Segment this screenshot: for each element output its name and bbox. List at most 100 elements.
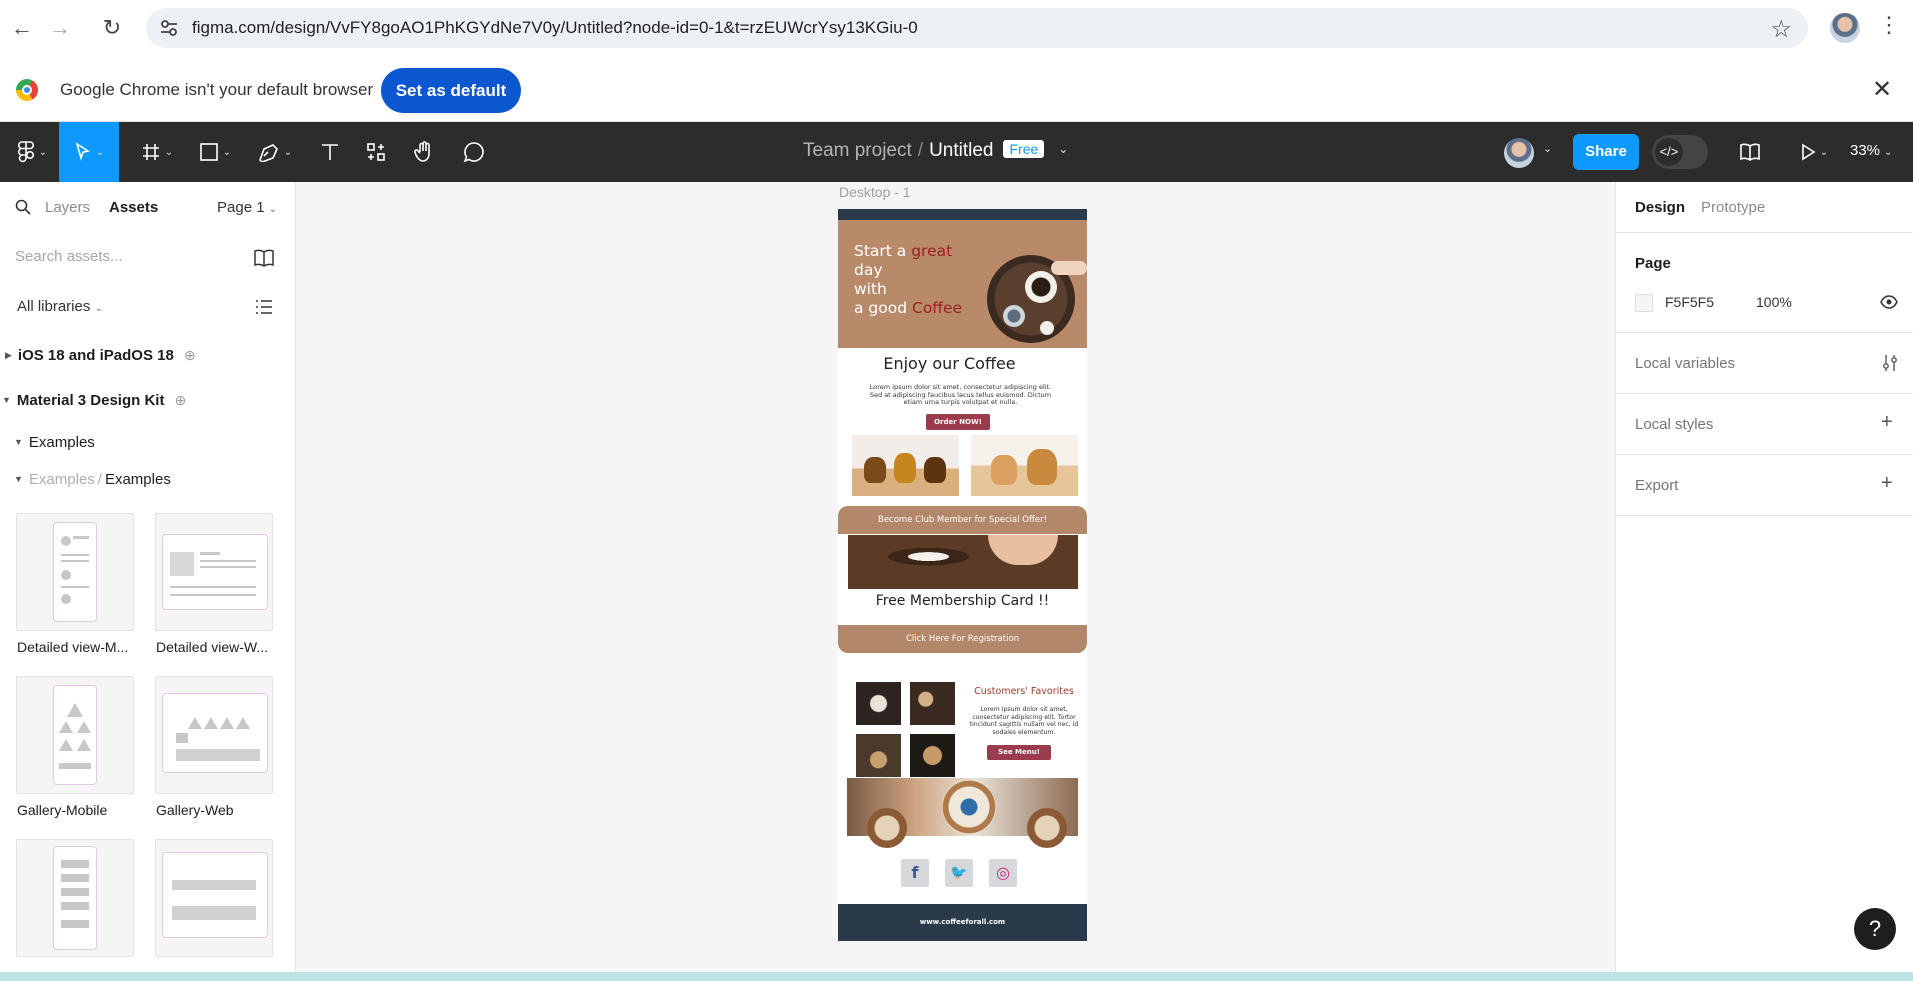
see-menu-button[interactable]: See Menu!	[987, 745, 1051, 760]
membership-heading[interactable]: Free Membership Card !!	[838, 593, 1087, 609]
add-style-icon[interactable]: +	[1881, 411, 1893, 434]
frame-icon	[142, 144, 159, 160]
frame-label[interactable]: Desktop - 1	[839, 184, 911, 200]
book-icon	[1740, 143, 1760, 161]
add-export-icon[interactable]: +	[1881, 472, 1893, 495]
text-tool[interactable]	[310, 122, 350, 182]
bookmark-star-icon[interactable]: ☆	[1770, 15, 1792, 44]
export-label[interactable]: Export	[1635, 477, 1678, 494]
page-opacity-value[interactable]: 100%	[1756, 294, 1792, 310]
coffee-thumbnail[interactable]	[856, 682, 901, 725]
twitter-icon[interactable]: 🐦	[945, 859, 973, 887]
group-examples-label: Examples	[28, 434, 95, 451]
pen-tool[interactable]: ⌄	[252, 122, 298, 182]
share-button[interactable]: Share	[1573, 134, 1639, 170]
dev-mode-toggle[interactable]: </>	[1652, 135, 1708, 169]
main-menu-button[interactable]: ⌄	[6, 122, 58, 182]
coffee-thumbnail[interactable]	[910, 682, 955, 725]
chevron-down-icon[interactable]: ⌄	[1543, 142, 1552, 155]
help-button[interactable]: ?	[1854, 908, 1896, 950]
tab-assets[interactable]: Assets	[109, 199, 158, 216]
address-bar[interactable]: figma.com/design/VvFY8goAO1PhKGYdNe7V0y/…	[146, 8, 1808, 48]
library-book-icon[interactable]	[253, 249, 275, 267]
shape-tool[interactable]: ⌄	[192, 122, 238, 182]
search-icon[interactable]	[15, 199, 31, 215]
group-examples[interactable]: ▼ Examples	[14, 434, 95, 451]
thumbnail-label: Detailed view-M...	[17, 639, 129, 655]
all-libraries-select[interactable]: All libraries ⌄	[17, 298, 103, 315]
chevron-down-icon[interactable]: ⌄	[1058, 142, 1068, 156]
back-icon[interactable]: ←	[8, 14, 36, 42]
profile-avatar[interactable]	[1830, 13, 1860, 43]
eye-icon[interactable]	[1880, 295, 1898, 309]
search-assets-input[interactable]: Search assets...	[15, 248, 123, 265]
url-text[interactable]: figma.com/design/VvFY8goAO1PhKGYdNe7V0y/…	[192, 18, 918, 38]
body-text[interactable]: Lorem ipsum dolor sit amet, consectetur …	[868, 383, 1053, 407]
hand-tool[interactable]	[404, 122, 444, 182]
variables-settings-icon[interactable]	[1882, 354, 1898, 372]
thumbnail-label: Detailed view-W...	[156, 639, 269, 655]
coffee-thumbnail[interactable]	[856, 734, 901, 777]
body-text[interactable]: Lorem ipsum dolor sit amet, consectetur …	[968, 706, 1080, 736]
coffee-cup-image	[1003, 305, 1025, 327]
local-styles-label[interactable]: Local styles	[1635, 416, 1713, 433]
component-thumbnail[interactable]	[155, 839, 273, 957]
zoom-level[interactable]: 33% ⌄	[1850, 142, 1892, 159]
page-color-value[interactable]: F5F5F5	[1665, 294, 1714, 310]
user-avatar[interactable]	[1504, 138, 1534, 168]
facebook-icon[interactable]: f	[901, 859, 929, 887]
club-member-banner[interactable]: Become Club Member for Special Offer!	[838, 506, 1087, 534]
forward-icon[interactable]: →	[46, 14, 74, 42]
component-thumbnail[interactable]	[16, 839, 134, 957]
component-thumbnail[interactable]	[155, 513, 273, 631]
hero-highlight: great	[911, 242, 953, 260]
order-now-button[interactable]: Order NOW!	[926, 414, 990, 430]
file-name[interactable]: Untitled	[929, 140, 993, 161]
local-variables-label[interactable]: Local variables	[1635, 355, 1735, 372]
figma-logo-icon	[17, 141, 34, 163]
registration-banner[interactable]: Click Here For Registration	[838, 625, 1087, 653]
tab-design[interactable]: Design	[1635, 199, 1685, 216]
present-button[interactable]: ⌄	[1790, 122, 1838, 182]
close-icon[interactable]: ✕	[1872, 75, 1892, 104]
footer-url[interactable]: www.coffeeforall.com	[838, 904, 1087, 941]
favorites-heading[interactable]: Customers' Favorites	[968, 686, 1080, 697]
breadcrumb-separator: /	[917, 140, 924, 161]
hero-headline[interactable]: Start a great day with a good Coffee	[854, 242, 984, 318]
component-thumbnail[interactable]	[16, 513, 134, 631]
tea-image[interactable]	[971, 435, 1078, 496]
tab-prototype[interactable]: Prototype	[1701, 199, 1765, 216]
subgroup-path[interactable]: ▼ Examples / Examples	[14, 471, 171, 488]
latte-art-image[interactable]	[847, 778, 1078, 848]
chevron-down-icon: ▼	[14, 474, 23, 484]
frame-tool[interactable]: ⌄	[134, 122, 180, 182]
email-top-bar	[838, 209, 1087, 220]
list-view-icon[interactable]	[255, 299, 273, 315]
team-name[interactable]: Team project	[803, 140, 912, 161]
chevron-down-icon: ▼	[2, 395, 11, 405]
site-info-icon[interactable]	[158, 17, 180, 39]
component-thumbnail[interactable]	[155, 676, 273, 794]
chrome-menu-icon[interactable]: ⋮	[1878, 12, 1900, 38]
library-ios[interactable]: ▶ iOS 18 and iPadOS 18 ⊕	[5, 347, 196, 364]
reload-icon[interactable]: ↻	[98, 14, 126, 42]
resources-tool[interactable]	[356, 122, 396, 182]
plan-badge: Free	[1003, 140, 1045, 158]
figma-toolbar: ⌄ ⌄ ⌄ ⌄ ⌄ Team project / Untitled Free ⌄ ⌄ S…	[0, 122, 1913, 182]
instagram-icon[interactable]: ◎	[989, 859, 1017, 887]
page-select[interactable]: Page 1 ⌄	[217, 199, 277, 216]
comment-tool[interactable]	[454, 122, 494, 182]
desktop-frame[interactable]: Start a great day with a good Coffee Enj…	[838, 209, 1087, 941]
enjoy-heading[interactable]: Enjoy our Coffee	[838, 354, 1061, 373]
component-thumbnail[interactable]	[16, 676, 134, 794]
library-button[interactable]	[1730, 122, 1770, 182]
move-tool[interactable]: ⌄	[59, 122, 119, 182]
coffee-thumbnail[interactable]	[910, 734, 955, 777]
library-material[interactable]: ▼ Material 3 Design Kit ⊕	[2, 392, 186, 409]
tea-image[interactable]	[852, 435, 959, 496]
set-default-button[interactable]: Set as default	[381, 68, 521, 113]
page-color-swatch[interactable]	[1635, 294, 1653, 312]
chevron-down-icon: ⌄	[1819, 146, 1829, 158]
tab-layers[interactable]: Layers	[45, 199, 90, 216]
globe-icon: ⊕	[174, 392, 187, 408]
